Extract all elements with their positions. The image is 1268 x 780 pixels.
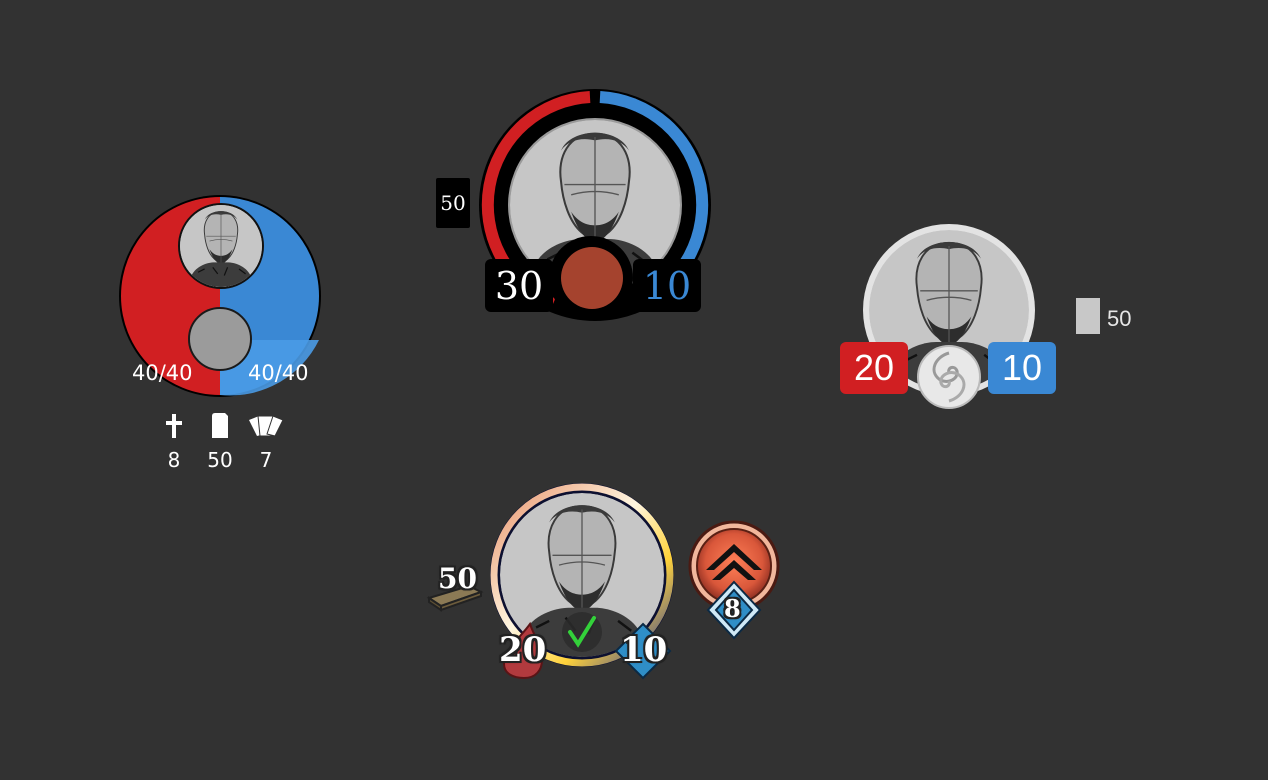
- cross-icon: [166, 414, 182, 438]
- hand-of-cards-icon: [249, 415, 284, 437]
- shield-value: 10: [633, 259, 701, 312]
- graveyard-count: 8: [167, 448, 181, 472]
- empty-slot[interactable]: [188, 307, 252, 371]
- level-up-badge[interactable]: [680, 520, 788, 648]
- stat-graveyard: 8: [154, 412, 194, 472]
- check-icon[interactable]: [560, 610, 604, 654]
- avatar[interactable]: [178, 203, 264, 289]
- shield-value: 10: [620, 630, 668, 670]
- hand-count: 7: [259, 448, 273, 472]
- shield-value: 40/40: [248, 361, 309, 385]
- swirl-orb-icon[interactable]: [917, 345, 981, 409]
- health-value: 40/40: [132, 361, 193, 385]
- deck-count: 50: [1107, 306, 1132, 331]
- health-value: 30: [485, 259, 553, 312]
- card-icon: [1076, 298, 1100, 334]
- deck-count: 50: [207, 448, 233, 472]
- energy-socket: [549, 236, 633, 320]
- health-value: 20: [840, 342, 908, 394]
- card-icon: [212, 413, 228, 438]
- deck-count-badge: 50: [436, 178, 470, 228]
- level-value: 8: [724, 594, 741, 623]
- energy-orb[interactable]: [561, 247, 623, 309]
- stat-deck: 50: [200, 412, 240, 472]
- stat-hand: 7: [246, 412, 286, 472]
- shield-value: 10: [988, 342, 1056, 394]
- deck-count: 50: [438, 562, 477, 595]
- health-value: 20: [499, 630, 547, 670]
